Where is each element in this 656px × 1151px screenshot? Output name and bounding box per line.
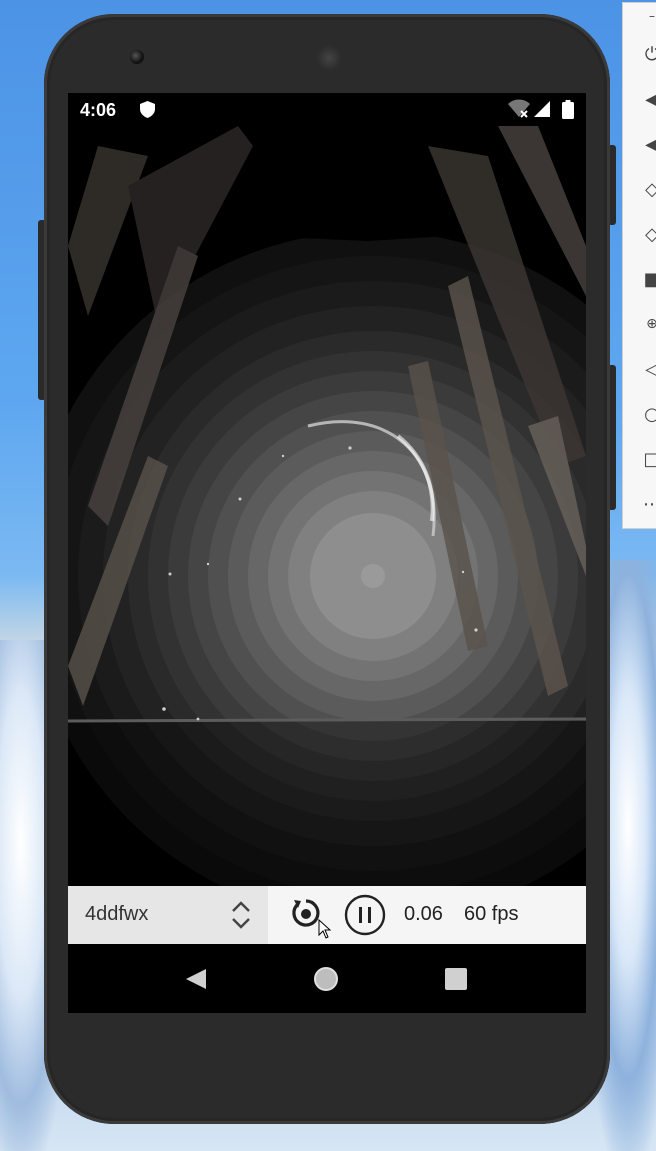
- wifi-off-icon: [508, 99, 530, 118]
- power-icon[interactable]: ⏻: [641, 43, 656, 65]
- shader-render-viewport[interactable]: [68, 126, 586, 886]
- phone-screen: 4:06 4ddfwx 0.06 60 fps: [68, 93, 586, 1013]
- mouse-cursor-icon: [318, 919, 332, 939]
- home-circle-icon[interactable]: [313, 966, 339, 992]
- signal-icon: [534, 101, 550, 117]
- status-time: 4:06: [80, 100, 117, 120]
- home-icon[interactable]: ○: [641, 403, 656, 425]
- back-triangle-icon[interactable]: [184, 968, 208, 990]
- rotate-right-icon[interactable]: ◇: [641, 223, 656, 245]
- more-icon[interactable]: ⋯: [641, 493, 656, 515]
- overview-icon[interactable]: □: [641, 448, 656, 470]
- zoom-icon[interactable]: ⊕: [641, 313, 656, 335]
- earpiece-speaker: [316, 45, 342, 71]
- fps-readout: 60 fps: [464, 903, 519, 925]
- time-readout: 0.06: [404, 903, 443, 925]
- back-icon[interactable]: ◁: [641, 358, 656, 380]
- shield-icon: [140, 101, 155, 118]
- front-camera: [130, 50, 144, 64]
- minimize-icon[interactable]: –: [641, 5, 656, 27]
- volume-down-icon[interactable]: ◀: [641, 133, 656, 155]
- shader-render-svg: [68, 126, 586, 886]
- emulator-side-toolbar: – ⏻ ◀ ◀ ◇ ◇ ■ ⊕ ◁ ○ □ ⋯: [622, 2, 656, 529]
- status-bar: 4:06: [68, 93, 586, 126]
- playback-control-bar: 4ddfwx 0.06 60 fps: [68, 886, 586, 944]
- battery-icon: [562, 100, 574, 119]
- preset-value: 4ddfwx: [85, 903, 149, 925]
- preset-selector[interactable]: 4ddfwx: [68, 886, 268, 944]
- android-navigation-bar: [68, 944, 586, 1013]
- camera-icon[interactable]: ■: [641, 268, 656, 290]
- volume-up-icon[interactable]: ◀: [641, 88, 656, 110]
- up-down-chevron-icon[interactable]: [230, 900, 252, 930]
- rotate-left-icon[interactable]: ◇: [641, 178, 656, 200]
- recent-apps-square-icon[interactable]: [445, 968, 467, 990]
- pause-icon[interactable]: [344, 894, 386, 936]
